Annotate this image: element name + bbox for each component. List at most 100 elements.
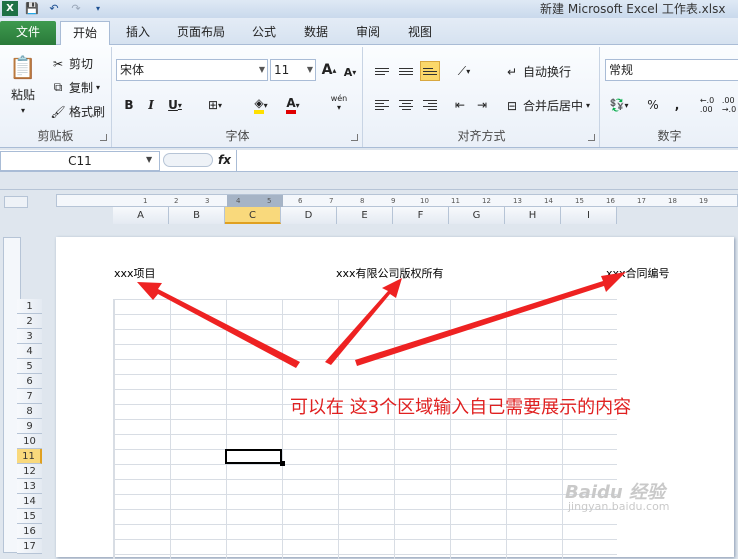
align-top-icon: [375, 67, 389, 75]
alignment-launcher-icon[interactable]: [588, 134, 595, 141]
row-header[interactable]: 4: [17, 344, 42, 359]
column-header-f[interactable]: F: [393, 207, 449, 224]
orientation-button[interactable]: ⟋ ▾: [454, 61, 474, 81]
row-header[interactable]: 14: [17, 494, 42, 509]
ruler-tick: 11: [451, 197, 460, 205]
document-title: 新建 Microsoft Excel 工作表.xlsx: [540, 2, 726, 16]
wrap-text-button[interactable]: ↵ 自动换行: [504, 63, 571, 80]
font-color-button[interactable]: A ▾: [283, 95, 303, 115]
align-top-button[interactable]: [372, 61, 392, 81]
chevron-down-icon: ▼: [258, 65, 265, 74]
active-cell[interactable]: [225, 449, 282, 464]
decrease-indent-icon: ⇤: [454, 98, 466, 112]
phonetic-icon: wén: [330, 94, 348, 103]
select-all-button[interactable]: [4, 196, 28, 208]
formula-bar-splitter[interactable]: [163, 153, 213, 167]
fill-handle[interactable]: [280, 461, 285, 466]
font-launcher-icon[interactable]: [351, 134, 358, 141]
row-header[interactable]: 1: [17, 299, 42, 314]
decrease-decimal-button[interactable]: .00 →.0: [719, 95, 738, 115]
row-header[interactable]: 16: [17, 524, 42, 539]
row-header[interactable]: 3: [17, 329, 42, 344]
chevron-down-icon: ▾: [20, 106, 25, 115]
align-left-icon: [375, 100, 389, 110]
comma-style-button[interactable]: ,: [667, 95, 687, 115]
save-icon[interactable]: 💾: [24, 1, 40, 16]
increase-decimal-button[interactable]: ←.0.00: [697, 95, 717, 115]
row-header[interactable]: 15: [17, 509, 42, 524]
row-header[interactable]: 6: [17, 374, 42, 389]
column-header-g[interactable]: G: [449, 207, 505, 224]
font-size-combo[interactable]: 11 ▼: [270, 59, 316, 81]
phonetic-button[interactable]: wén ▾: [329, 93, 349, 113]
align-middle-button[interactable]: [396, 61, 416, 81]
row-header[interactable]: 10: [17, 434, 42, 449]
tab-view[interactable]: 视图: [400, 21, 440, 45]
row-header[interactable]: 8: [17, 404, 42, 419]
tab-page-layout[interactable]: 页面布局: [170, 21, 232, 45]
align-right-button[interactable]: [420, 95, 440, 115]
font-size-value: 11: [274, 63, 290, 77]
row-header[interactable]: 5: [17, 359, 42, 374]
grow-font-button[interactable]: A ▴: [319, 60, 339, 80]
fill-color-button[interactable]: ◈ ▾: [251, 95, 271, 115]
row-header[interactable]: 2: [17, 314, 42, 329]
insert-function-icon[interactable]: fx: [218, 153, 231, 167]
row-header[interactable]: 12: [17, 464, 42, 479]
column-header-d[interactable]: D: [281, 207, 337, 224]
decrease-indent-button[interactable]: ⇤: [450, 95, 470, 115]
cut-button[interactable]: ✂ 剪切: [50, 55, 93, 72]
customize-toolbar-icon[interactable]: ▾: [90, 1, 106, 16]
copy-button[interactable]: ⧉ 复制 ▾: [50, 79, 100, 96]
formula-input[interactable]: [238, 150, 738, 171]
percent-button[interactable]: %: [643, 95, 663, 115]
tab-insert[interactable]: 插入: [118, 21, 158, 45]
tab-home[interactable]: 开始: [60, 21, 110, 46]
underline-button[interactable]: U ▾: [165, 95, 185, 115]
column-header-a[interactable]: A: [113, 207, 169, 224]
bold-button[interactable]: B: [119, 95, 139, 115]
format-painter-button[interactable]: 🖌 格式刷: [50, 103, 105, 120]
borders-icon: ⊞: [207, 98, 219, 112]
italic-button[interactable]: I: [141, 95, 161, 115]
annotation-text: 可以在 这3个区域输入自己需要展示的内容: [290, 397, 632, 418]
cell-grid[interactable]: [113, 299, 617, 559]
chevron-down-icon[interactable]: ▼: [146, 155, 152, 164]
grow-font-label: A: [321, 62, 333, 78]
row-header[interactable]: 13: [17, 479, 42, 494]
redo-icon[interactable]: ↷: [68, 1, 84, 16]
borders-button[interactable]: ⊞ ▾: [205, 95, 225, 115]
paste-button[interactable]: 📋 粘贴 ▾: [6, 53, 40, 116]
tab-data[interactable]: 数据: [296, 21, 336, 45]
row-header-selected[interactable]: 11: [17, 449, 42, 464]
align-bottom-button[interactable]: [420, 61, 440, 81]
column-header-e[interactable]: E: [337, 207, 393, 224]
alignment-group: ⟋ ▾ ↵ 自动换行 ⇤ ⇥ ⊟ 合并后居中 ▾ 对齐方式: [364, 47, 600, 147]
row-header[interactable]: 9: [17, 419, 42, 434]
shrink-font-button[interactable]: A ▾: [340, 62, 360, 82]
font-name-combo[interactable]: 宋体 ▼: [116, 59, 268, 81]
clipboard-group: 📋 粘贴 ▾ ✂ 剪切 ⧉ 复制 ▾ 🖌 格式刷 剪贴板: [0, 47, 112, 147]
undo-icon[interactable]: ↶: [46, 1, 62, 16]
number-format-combo[interactable]: 常规: [605, 59, 738, 81]
column-header-c[interactable]: C: [225, 207, 281, 224]
merge-center-button[interactable]: ⊟ 合并后居中 ▾: [504, 97, 590, 114]
align-center-button[interactable]: [396, 95, 416, 115]
tab-file[interactable]: 文件: [0, 21, 56, 45]
increase-indent-button[interactable]: ⇥: [472, 95, 492, 115]
header-right[interactable]: xxx合同编号: [606, 265, 670, 281]
font-color-icon: A: [286, 96, 296, 114]
clipboard-launcher-icon[interactable]: [100, 134, 107, 141]
name-box[interactable]: C11: [0, 151, 160, 171]
align-left-button[interactable]: [372, 95, 392, 115]
column-header-h[interactable]: H: [505, 207, 561, 224]
header-center[interactable]: xxx有限公司版权所有: [336, 265, 444, 281]
column-header-b[interactable]: B: [169, 207, 225, 224]
header-left[interactable]: xxx项目: [114, 265, 156, 281]
column-header-i[interactable]: I: [561, 207, 617, 224]
tab-review[interactable]: 审阅: [348, 21, 388, 45]
row-header[interactable]: 17: [17, 539, 42, 554]
accounting-format-button[interactable]: 💱 ▾: [609, 95, 629, 115]
tab-formulas[interactable]: 公式: [244, 21, 284, 45]
row-header[interactable]: 7: [17, 389, 42, 404]
